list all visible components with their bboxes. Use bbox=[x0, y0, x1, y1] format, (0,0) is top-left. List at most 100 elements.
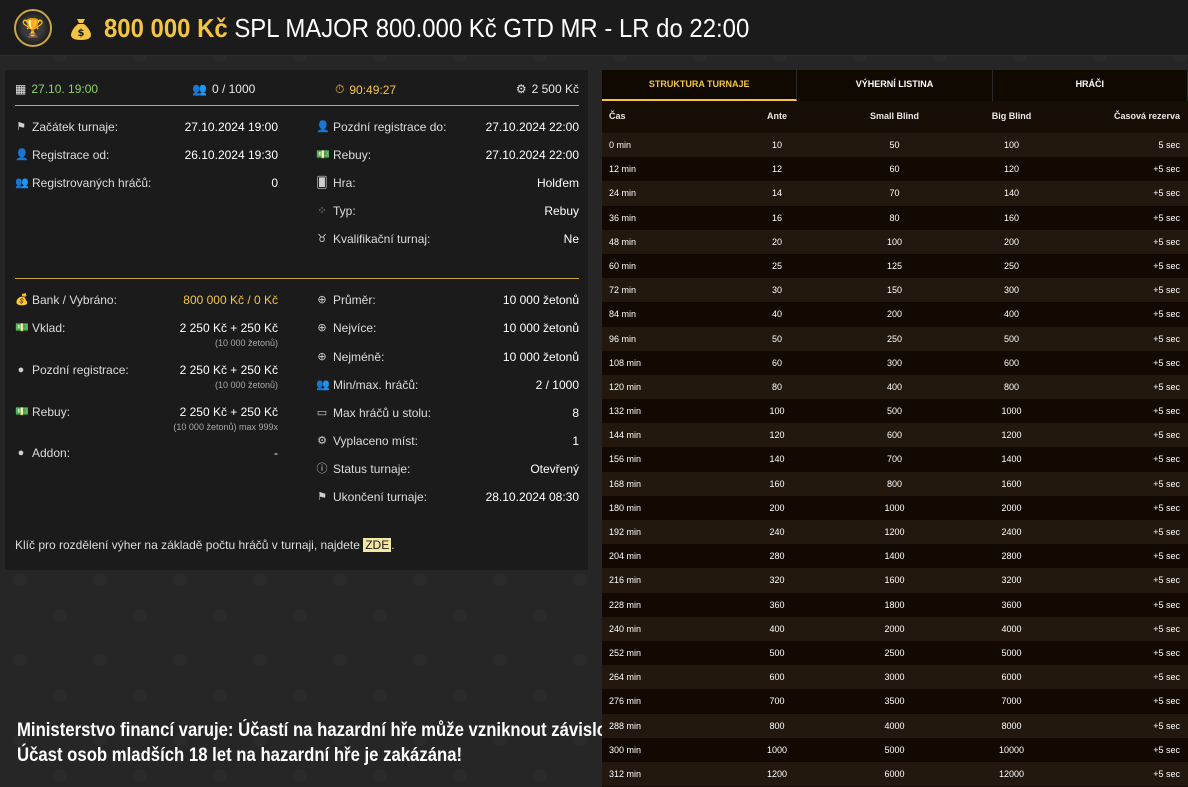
cell-time-bank: +5 sec bbox=[1153, 575, 1180, 586]
table-row: 240 min 400 2000 4000 +5 sec bbox=[602, 616, 1188, 641]
cell-big-blind: 120 bbox=[1003, 164, 1020, 175]
cell-time: 48 min bbox=[609, 236, 637, 247]
info-value: Ne bbox=[563, 232, 579, 246]
cell-ante: 160 bbox=[769, 478, 785, 489]
moneybag-icon: 💰 bbox=[15, 294, 29, 306]
cell-big-blind: 3200 bbox=[1001, 575, 1022, 586]
cell-small-blind: 700 bbox=[886, 454, 903, 465]
table-row: 156 min 140 700 1400 +5 sec bbox=[602, 447, 1188, 472]
money-sub: (10 000 žetonů) bbox=[214, 338, 278, 348]
table-row: 96 min 50 250 500 +5 sec bbox=[602, 326, 1188, 351]
money-value: Otevřený bbox=[530, 462, 579, 476]
money-label: Vklad: bbox=[32, 321, 66, 335]
award-icon: ⚙ bbox=[317, 435, 327, 447]
cell-ante: 10 bbox=[771, 140, 782, 150]
cell-ante: 50 bbox=[771, 333, 782, 344]
footnote-end: . bbox=[391, 538, 395, 552]
info-label: Typ: bbox=[333, 204, 356, 218]
cell-time-bank: +5 sec bbox=[1153, 768, 1180, 779]
cell-big-blind: 7000 bbox=[1001, 696, 1022, 707]
plus-circle-icon: ⊕ bbox=[317, 322, 327, 334]
title-amount: 800 000 Kč bbox=[104, 13, 228, 43]
info-row-game: 🂠 Hra: Holďem bbox=[316, 175, 579, 191]
table-row: 120 min 80 400 800 +5 sec bbox=[602, 374, 1188, 400]
cell-time-bank: +5 sec bbox=[1153, 188, 1180, 199]
cell-ante: 240 bbox=[769, 527, 785, 537]
cell-big-blind: 1400 bbox=[1001, 454, 1022, 465]
money-value: 10 000 žetonů bbox=[502, 293, 579, 307]
cell-ante: 280 bbox=[769, 551, 785, 562]
cell-small-blind: 4000 bbox=[884, 720, 905, 731]
header-time: Čas bbox=[609, 111, 626, 121]
cell-time: 120 min bbox=[609, 381, 642, 392]
cell-big-blind: 800 bbox=[1003, 381, 1020, 392]
cell-ante: 1200 bbox=[766, 768, 788, 779]
cell-time-bank: +5 sec bbox=[1153, 623, 1180, 634]
cell-ante: 400 bbox=[769, 623, 785, 634]
cell-ante: 700 bbox=[769, 696, 785, 707]
tab-bar: Struktura turnaje Výherní listina Hráči bbox=[602, 70, 1188, 101]
cell-small-blind: 60 bbox=[889, 164, 900, 175]
table-row: 252 min 500 2500 5000 +5 sec bbox=[602, 640, 1188, 666]
page-header: 🏆 $ 800 000 Kč SPL MAJOR 800.000 Kč GTD … bbox=[0, 0, 1188, 56]
cell-time: 312 min bbox=[609, 768, 642, 779]
money-row-bank: 💰 Bank / Vybráno: 800 000 Kč / 0 Kč bbox=[15, 292, 278, 308]
cards-icon: 🂠 bbox=[316, 177, 328, 189]
info-row-start: ⚑ Začátek turnaje: 27.10.2024 19:00 bbox=[15, 119, 278, 135]
tab-prize-list[interactable]: Výherní listina bbox=[797, 70, 993, 101]
info-row-registered: 👥 Registrovaných hráčů: 0 bbox=[15, 175, 278, 191]
cell-small-blind: 3000 bbox=[884, 672, 905, 683]
cell-ante: 80 bbox=[771, 381, 782, 392]
money-row-least: ⊕ Nejméně: 10 000 žetonů bbox=[316, 349, 579, 365]
cell-small-blind: 3500 bbox=[884, 696, 905, 707]
table-row: 276 min 700 3500 7000 +5 sec bbox=[602, 689, 1188, 714]
timer-value: 90:49:27 bbox=[349, 82, 397, 97]
info-value: 27.10.2024 19:00 bbox=[184, 120, 278, 134]
cell-big-blind: 2800 bbox=[1001, 551, 1022, 562]
cell-ante: 800 bbox=[769, 720, 785, 731]
cell-time-bank: +5 sec bbox=[1153, 164, 1180, 175]
info-label: Začátek turnaje: bbox=[32, 120, 119, 134]
blind-structure-table: 0 min 10 50 100 5 sec 12 min 12 60 120 +5 sec 24 m… bbox=[602, 133, 1188, 787]
cell-big-blind: 2400 bbox=[1001, 527, 1022, 537]
cell-time: 192 min bbox=[609, 527, 642, 537]
table-row: 12 min 12 60 120 +5 sec bbox=[602, 157, 1188, 182]
start-date-value: 27.10. 19:00 bbox=[31, 82, 99, 96]
money-label: Status turnaje: bbox=[333, 462, 411, 476]
table-row: 180 min 200 1000 2000 +5 sec bbox=[602, 495, 1188, 520]
cell-big-blind: 100 bbox=[1003, 140, 1020, 150]
cell-time-bank: +5 sec bbox=[1153, 430, 1180, 441]
cell-big-blind: 1200 bbox=[1001, 430, 1022, 441]
table-row: 144 min 120 600 1200 +5 sec bbox=[602, 423, 1188, 448]
table-row: 84 min 40 200 400 +5 sec bbox=[602, 302, 1188, 327]
table-row: 168 min 160 800 1600 +5 sec bbox=[602, 471, 1188, 496]
cell-time-bank: +5 sec bbox=[1153, 381, 1180, 392]
money-row-minmax: 👥 Min/max. hráčů: 2 / 1000 bbox=[316, 377, 579, 393]
money-icon: 💵 bbox=[316, 149, 330, 161]
money-row-average: ⊕ Průměr: 10 000 žetonů bbox=[316, 292, 579, 308]
cell-time: 36 min bbox=[609, 212, 637, 223]
cell-ante: 40 bbox=[771, 309, 782, 320]
cell-time: 132 min bbox=[609, 406, 642, 417]
trophy-logo-icon[interactable]: 🏆 bbox=[14, 9, 52, 47]
cell-time-bank: +5 sec bbox=[1153, 454, 1180, 465]
cell-time: 240 min bbox=[609, 623, 642, 634]
cell-time-bank: +5 sec bbox=[1153, 502, 1180, 513]
header-ante: Ante bbox=[767, 111, 787, 121]
cell-ante: 12 bbox=[771, 164, 782, 175]
cell-ante: 100 bbox=[769, 406, 785, 417]
table-header: Čas Ante Small Blind Big Blind Časová re… bbox=[602, 111, 1188, 131]
tab-structure[interactable]: Struktura turnaje bbox=[602, 70, 798, 101]
cell-ante: 140 bbox=[769, 454, 785, 465]
table-row: 300 min 1000 5000 10000 +5 sec bbox=[602, 737, 1188, 762]
cell-ante: 14 bbox=[771, 188, 782, 199]
table-row: 216 min 320 1600 3200 +5 sec bbox=[602, 568, 1188, 593]
payout-key-link[interactable]: ZDE bbox=[363, 538, 392, 552]
table-row: 288 min 800 4000 8000 +5 sec bbox=[602, 713, 1188, 738]
cell-time-bank: +5 sec bbox=[1153, 236, 1180, 247]
info-row-type: ⁘ Typ: Rebuy bbox=[316, 203, 579, 219]
cell-time-bank: +5 sec bbox=[1153, 672, 1180, 683]
cell-big-blind: 10000 bbox=[998, 744, 1025, 755]
tab-players[interactable]: Hráči bbox=[992, 70, 1188, 101]
cell-time: 84 min bbox=[609, 309, 637, 320]
